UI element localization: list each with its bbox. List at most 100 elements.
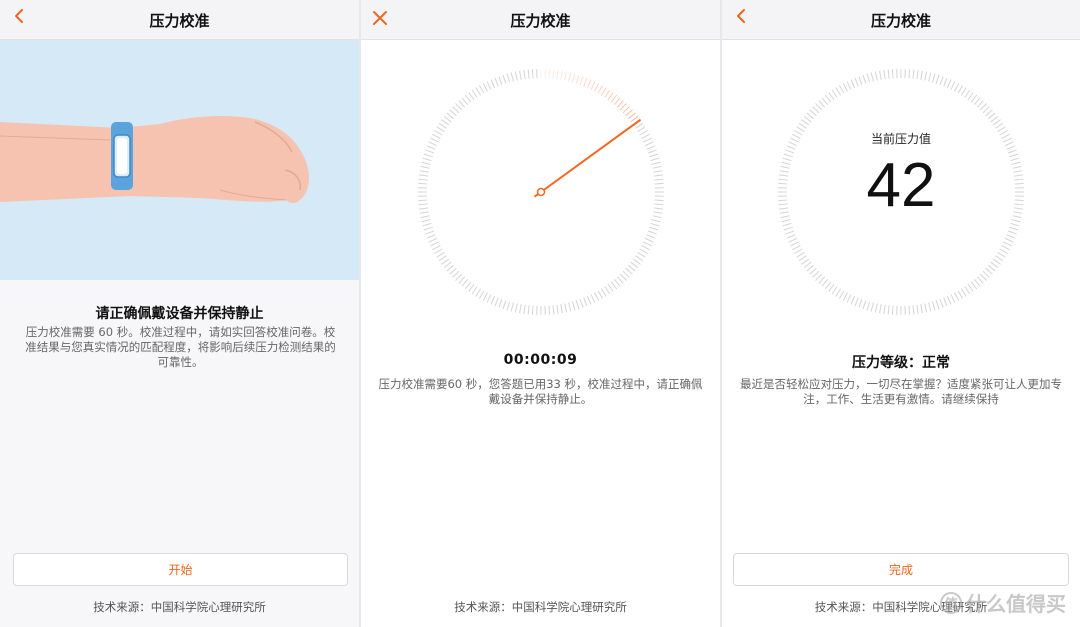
tech-source-footer: 技术来源：中国科学院心理研究所 xyxy=(93,600,266,614)
dial-tick xyxy=(850,295,856,305)
navbar: 压力校准 xyxy=(0,0,359,40)
dial-tick xyxy=(649,226,659,231)
dial-tick xyxy=(422,157,432,162)
dial-tick xyxy=(419,170,429,173)
dial-tick xyxy=(785,230,795,235)
dial-tick xyxy=(455,103,463,111)
dial-tick xyxy=(931,301,936,311)
dial-tick xyxy=(964,89,971,98)
dial-tick xyxy=(803,261,812,269)
dial-tick xyxy=(997,251,1006,258)
dial-tick xyxy=(418,182,428,185)
dial-tick xyxy=(630,261,639,269)
dial-tick xyxy=(798,255,807,262)
watermark: 值 什么值得买 xyxy=(940,588,1066,617)
dial-tick xyxy=(579,76,584,86)
dial-tick xyxy=(782,222,792,227)
dial-tick xyxy=(471,89,478,98)
dial-tick xyxy=(568,72,572,82)
dial-tick xyxy=(960,288,967,297)
desc-line: 最近是否轻松应对压力，一切尽在掌握？适度紧张可让人更加专 xyxy=(740,377,1062,391)
dial-tick xyxy=(490,79,496,89)
dial-tick xyxy=(912,305,915,315)
dial-tick xyxy=(475,87,482,96)
dial-tick xyxy=(908,69,911,79)
dial-tick xyxy=(874,71,878,81)
dial-tick xyxy=(854,297,859,307)
dial-tick xyxy=(449,109,457,117)
dial-tick xyxy=(846,81,852,90)
stress-value: 42 xyxy=(866,151,936,220)
done-button[interactable]: 完成 xyxy=(733,553,1069,586)
dial-tick xyxy=(625,109,633,117)
dial-tick xyxy=(839,85,845,94)
dial-tick xyxy=(468,92,475,101)
dial-tick xyxy=(862,74,867,84)
desc-line: 准结果与您真实情况的匹配程度，将影响后续压力检测结果的 xyxy=(25,340,336,354)
dial-tick xyxy=(883,304,886,314)
dial-tick xyxy=(421,161,431,165)
dial-tick xyxy=(643,137,652,143)
dial-tick xyxy=(571,301,576,311)
dial-tick xyxy=(970,281,978,290)
dial-tick xyxy=(452,270,460,278)
dial-tick xyxy=(862,300,867,310)
dial-tick xyxy=(438,255,447,262)
dial-tick xyxy=(821,279,829,287)
dial-tick xyxy=(946,79,952,89)
dial-tick xyxy=(783,226,793,231)
dial-tick xyxy=(957,85,963,94)
dial-tick xyxy=(628,264,636,272)
dial-tick xyxy=(635,122,644,129)
dial-tick xyxy=(527,305,530,315)
dial-tick xyxy=(979,103,987,111)
dial-tick xyxy=(461,97,469,105)
dial-tick xyxy=(418,199,428,202)
dial-tick xyxy=(502,300,507,310)
dial-tick xyxy=(950,81,956,90)
dial-tick xyxy=(828,283,835,292)
dial-tick xyxy=(976,276,984,284)
dial-tick xyxy=(653,211,663,214)
dial-tick xyxy=(619,103,627,111)
dial-tick xyxy=(575,300,580,310)
dial-tick xyxy=(887,69,890,79)
dial-tick xyxy=(479,85,485,94)
dial-tick xyxy=(458,276,466,284)
dial-tick xyxy=(831,286,838,295)
dial-tick xyxy=(475,288,482,297)
dial-tick xyxy=(461,279,469,287)
dial-tick xyxy=(436,126,445,133)
dial-tick xyxy=(527,69,530,79)
dial-tick xyxy=(960,87,967,96)
dial-tick xyxy=(809,109,817,117)
calibration-dial xyxy=(418,69,664,315)
dial-tick xyxy=(583,297,588,307)
dial-tick xyxy=(866,301,871,311)
dial-tick xyxy=(632,258,641,265)
dial-tick xyxy=(654,182,664,185)
dial-tick xyxy=(494,77,499,87)
dial-tick xyxy=(1010,222,1020,227)
dial-tick xyxy=(548,69,551,79)
dial-tick xyxy=(858,76,863,86)
start-button[interactable]: 开始 xyxy=(13,553,348,586)
dial-tick xyxy=(616,100,624,108)
dial-tick xyxy=(828,92,835,101)
dial-tick xyxy=(419,207,429,210)
dial-tick xyxy=(486,294,492,303)
dial-tick xyxy=(464,94,472,103)
dial-tick xyxy=(946,295,952,305)
dial-tick xyxy=(821,97,829,105)
dial-tick xyxy=(943,297,948,307)
dial-tick xyxy=(982,270,990,278)
dial-tick xyxy=(418,178,428,181)
dial-tick xyxy=(604,286,611,295)
dial-tick xyxy=(619,273,627,281)
dial-tick xyxy=(854,77,859,87)
dial-tick xyxy=(607,283,614,292)
calibration-text: 压力校准需要60 秒，您答题已用33 秒，校准过程中，请正确佩 戴设备并保持静止… xyxy=(375,377,706,407)
dial-tick xyxy=(835,288,842,297)
desc-line: 压力校准需要60 秒，您答题已用33 秒，校准过程中，请正确佩 xyxy=(378,377,703,391)
dial-tick xyxy=(607,92,614,101)
